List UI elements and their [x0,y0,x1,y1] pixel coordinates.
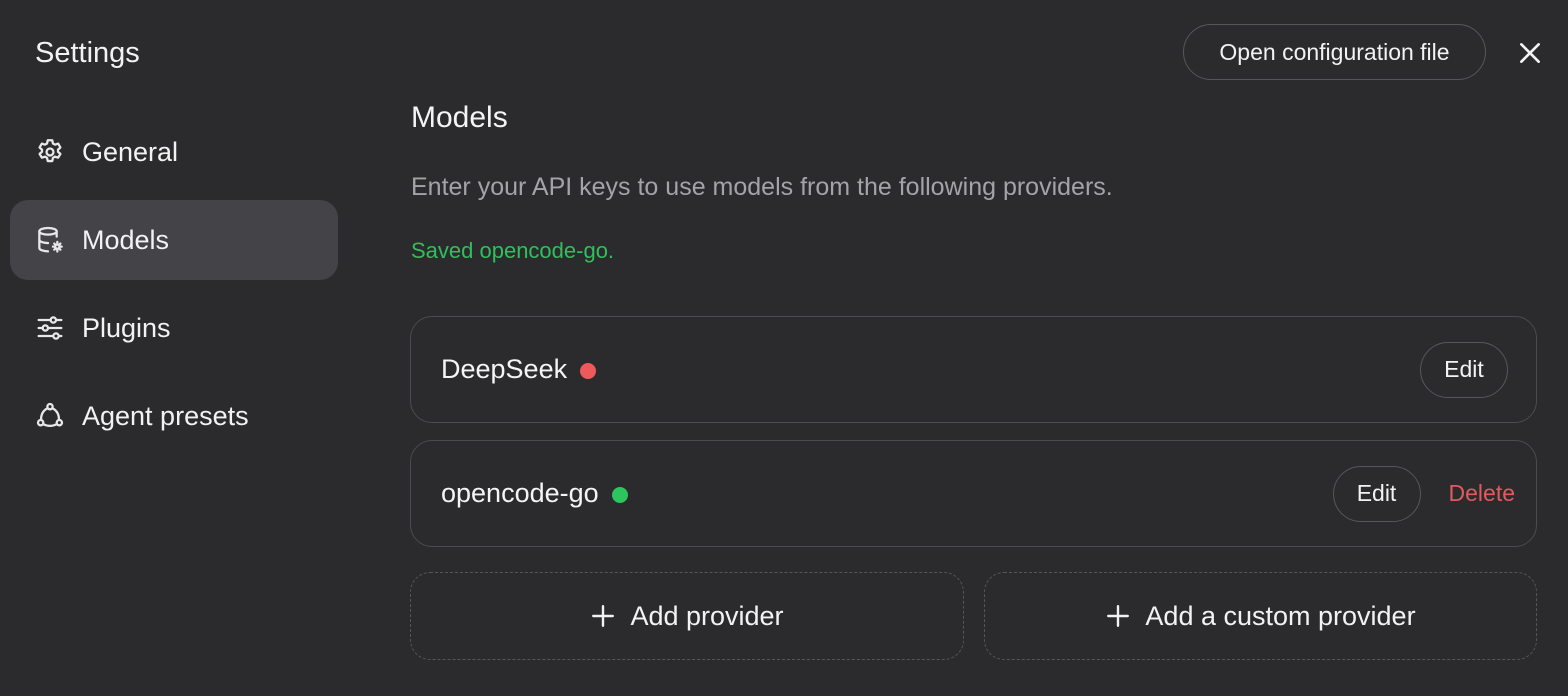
database-gear-icon [34,224,66,256]
close-button[interactable] [1510,33,1550,73]
sidebar-item-plugins[interactable]: Plugins [10,288,338,368]
gear-icon [34,136,66,168]
plus-icon [590,603,616,629]
sidebar-nav: General Models Plugins Agent presets [10,112,338,464]
add-custom-provider-button[interactable]: Add a custom provider [984,572,1537,660]
provider-name: opencode-go [441,478,599,508]
edit-button[interactable]: Edit [1420,341,1508,398]
status-message: Saved opencode-go. [411,238,615,263]
sidebar-item-agent-presets[interactable]: Agent presets [10,376,338,456]
sidebar-item-label: Agent presets [82,400,249,431]
agent-network-icon [34,400,66,432]
edit-button[interactable]: Edit [1332,465,1421,522]
sliders-icon [34,312,66,344]
page-title: Models [411,101,508,134]
open-configuration-file-button[interactable]: Open configuration file [1183,24,1486,80]
add-custom-provider-label: Add a custom provider [1145,600,1416,631]
provider-name: DeepSeek [441,354,568,384]
provider-card-opencode-go: opencode-go Edit Delete [410,440,1537,547]
provider-card-deepseek: DeepSeek Edit [410,316,1537,423]
sidebar-item-general[interactable]: General [10,112,338,192]
page-description: Enter your API keys to use models from t… [411,173,1113,201]
delete-button[interactable]: Delete [1449,480,1515,507]
sidebar-item-label: General [82,136,179,167]
sidebar-item-models[interactable]: Models [10,200,338,280]
add-provider-label: Add provider [630,600,784,631]
sidebar-item-label: Models [82,224,170,255]
add-provider-button[interactable]: Add provider [410,572,964,660]
status-dot [580,362,597,379]
close-icon [1520,43,1540,63]
status-dot [611,486,628,503]
sidebar-item-label: Plugins [82,312,171,343]
sidebar-title: Settings [35,37,140,69]
plus-icon [1105,603,1131,629]
settings-window: Settings General Models Plugins Agent pr… [0,0,1568,696]
